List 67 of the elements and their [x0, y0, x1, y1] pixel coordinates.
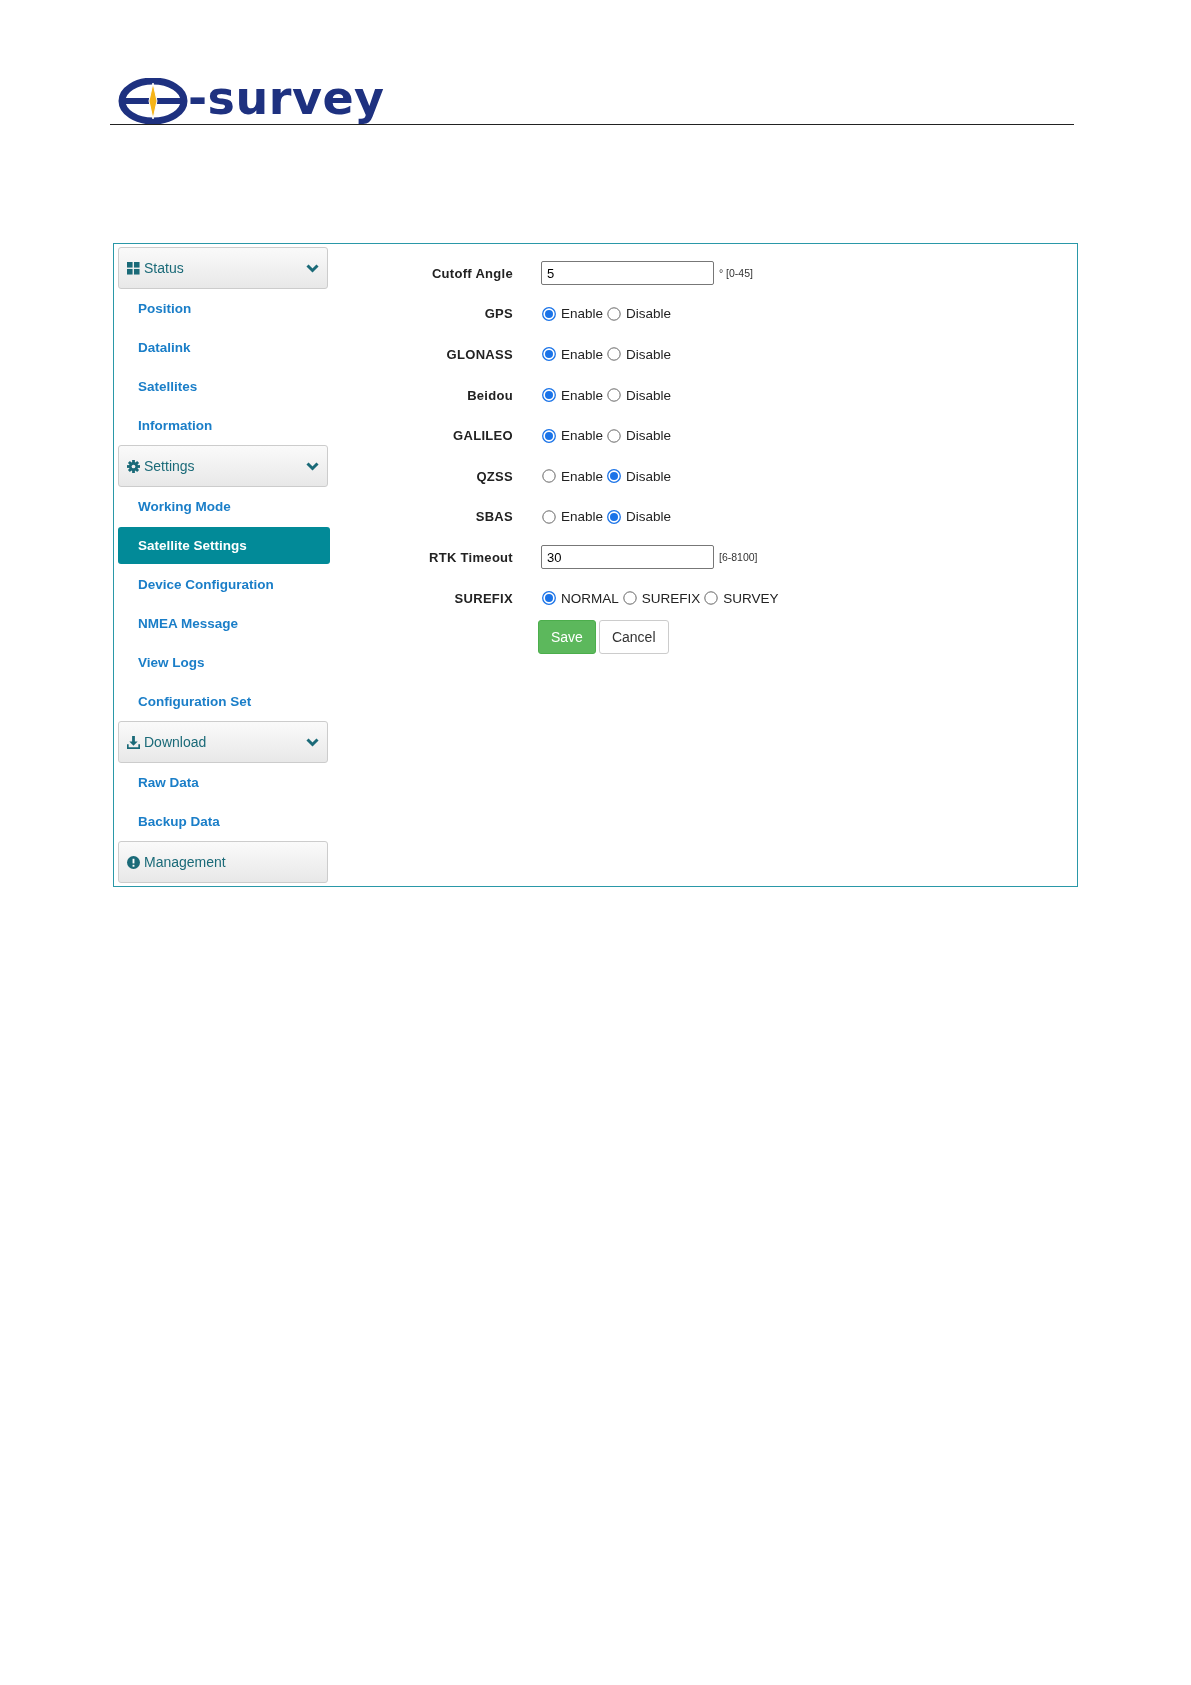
radio-button[interactable] — [607, 347, 622, 362]
radio-selected[interactable] — [542, 306, 556, 321]
sidebar-item[interactable]: Information — [118, 407, 328, 444]
option-label: SUREFIX — [641, 590, 701, 606]
field-label: GALILEO — [452, 428, 514, 444]
option-label: SURVEY — [723, 590, 779, 606]
sidebar-group-header[interactable]: Management — [118, 841, 328, 883]
sidebar-item[interactable]: Satellites — [118, 368, 328, 405]
radio-selected[interactable] — [542, 428, 556, 443]
option-label: Disable — [626, 428, 672, 444]
radio-button[interactable] — [542, 509, 556, 524]
sidebar-group-header[interactable]: Settings — [118, 445, 328, 487]
radio-selected[interactable] — [607, 509, 622, 524]
radio-selected[interactable] — [542, 388, 556, 403]
option-label: Disable — [626, 306, 672, 322]
field-label: Beidou — [466, 387, 514, 403]
sidebar-item[interactable]: Raw Data — [118, 764, 328, 801]
download-icon — [127, 735, 140, 749]
radio-button[interactable] — [542, 469, 556, 484]
logo-text: -survey — [188, 72, 385, 124]
sidebar-item[interactable]: Device Configuration — [118, 566, 328, 603]
option-label: Disable — [626, 509, 672, 525]
sidebar-item[interactable]: Configuration Set — [118, 683, 328, 720]
option-label: Enable — [561, 509, 604, 525]
field-label: GLONASS — [445, 347, 514, 362]
field-label: RTK Timeout — [428, 549, 514, 565]
range-hint: ° [0-45] — [719, 267, 753, 280]
range-hint: [6-8100] — [719, 551, 758, 564]
option-label: Disable — [626, 468, 672, 484]
sidebar-item[interactable]: Backup Data — [118, 803, 328, 840]
cancel-button[interactable]: Cancel — [598, 620, 669, 655]
option-label: Enable — [561, 387, 604, 403]
input-field[interactable]: 30 — [541, 545, 714, 570]
option-label: Enable — [561, 306, 604, 322]
radio-selected[interactable] — [607, 469, 622, 484]
input-field[interactable]: 5 — [541, 261, 714, 286]
radio-button[interactable] — [704, 591, 719, 606]
radio-button[interactable] — [607, 428, 622, 443]
settings-icon — [127, 459, 140, 473]
option-label: Enable — [561, 468, 604, 484]
sidebar-group-header[interactable]: Download — [118, 721, 328, 763]
sidebar-item[interactable]: Satellite Settings — [118, 527, 330, 564]
field-label: GPS — [483, 306, 514, 322]
radio-button[interactable] — [607, 306, 622, 321]
info-icon — [127, 855, 140, 869]
grid-icon — [127, 261, 140, 275]
save-button[interactable]: Save — [538, 620, 596, 655]
option-label: Enable — [561, 347, 604, 362]
sidebar-item[interactable]: NMEA Message — [118, 605, 328, 642]
radio-button[interactable] — [607, 388, 622, 403]
field-label: QZSS — [475, 468, 514, 484]
field-label: SBAS — [474, 509, 514, 525]
option-label: Disable — [626, 347, 672, 362]
sidebar-item[interactable]: Position — [118, 290, 328, 327]
option-label: NORMAL — [561, 590, 619, 606]
sidebar-item[interactable]: Datalink — [118, 329, 328, 366]
radio-selected[interactable] — [542, 347, 556, 362]
sidebar-item[interactable]: Working Mode — [118, 488, 328, 525]
logo-icon — [118, 78, 188, 124]
field-label: Cutoff Angle — [430, 265, 514, 281]
sidebar-group-header[interactable]: Status — [118, 247, 328, 289]
option-label: Enable — [561, 428, 604, 444]
option-label: Disable — [626, 387, 672, 403]
radio-button[interactable] — [622, 591, 637, 606]
sidebar-item[interactable]: View Logs — [118, 644, 328, 681]
field-label: SUREFIX — [453, 590, 514, 606]
radio-selected[interactable] — [542, 591, 556, 606]
